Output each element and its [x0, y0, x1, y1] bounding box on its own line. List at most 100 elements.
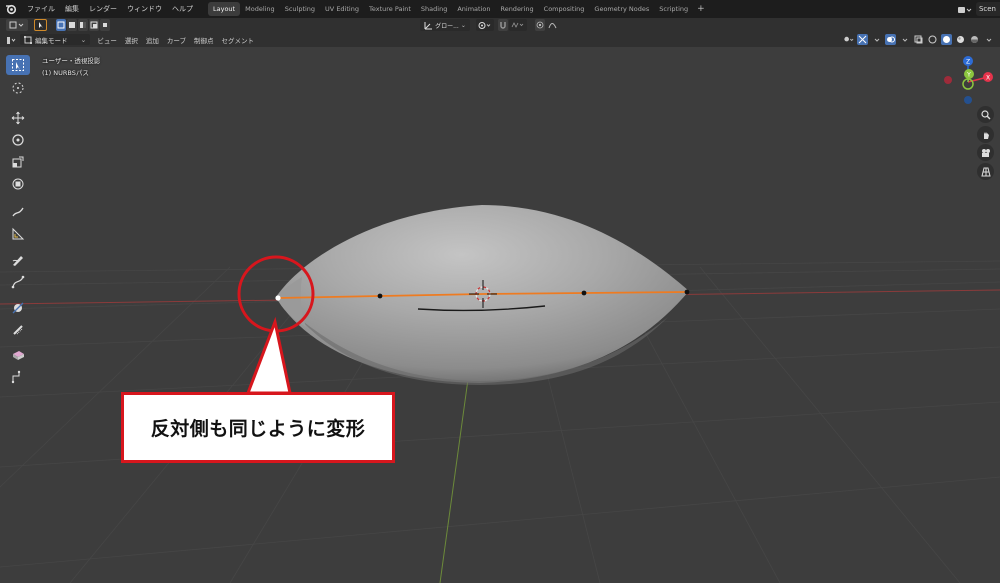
proportional-edit-icon: [536, 21, 544, 29]
rendered-sphere-icon: [971, 36, 978, 43]
extrude-tool[interactable]: [6, 345, 30, 365]
shading-options-dropdown[interactable]: [983, 34, 994, 45]
snap-toggle-button[interactable]: [498, 19, 508, 31]
magnet-icon: [500, 22, 506, 29]
show-overlays-toggle[interactable]: [885, 34, 896, 45]
tab-compositing[interactable]: Compositing: [539, 2, 590, 16]
viewport-header: 編集モード ⌄ ビュー 選択 追加 カーブ 制御点 セグメント: [0, 32, 1000, 47]
transform-orientation-select[interactable]: グロー... ⌄: [420, 19, 470, 31]
menu-curve[interactable]: カーブ: [163, 35, 190, 45]
gizmo-neg-z-axis[interactable]: [964, 96, 972, 104]
select-mode-new-button[interactable]: [56, 19, 66, 31]
shading-rendered-button[interactable]: [969, 34, 980, 45]
annotation-text: 反対側も同じように変形: [150, 418, 366, 440]
menu-add[interactable]: 追加: [142, 35, 163, 45]
blender-logo-icon[interactable]: [4, 2, 18, 16]
control-point[interactable]: [377, 293, 383, 299]
menu-edit[interactable]: 編集: [60, 0, 84, 18]
perspective-toggle-button[interactable]: [977, 163, 994, 180]
scale-tool[interactable]: [6, 152, 30, 172]
gizmo-options-dropdown[interactable]: [871, 34, 882, 45]
tab-rendering[interactable]: Rendering: [495, 2, 538, 16]
visibility-select[interactable]: [843, 34, 854, 45]
pivot-point-icon: [478, 21, 491, 29]
material-sphere-icon: [957, 36, 964, 43]
tab-animation[interactable]: Animation: [452, 2, 495, 16]
menu-file[interactable]: ファイル: [22, 0, 60, 18]
menu-window[interactable]: ウィンドウ: [122, 0, 167, 18]
viewport-display-controls: [843, 34, 994, 45]
tab-scripting[interactable]: Scripting: [654, 2, 693, 16]
overlays-dropdown[interactable]: [899, 34, 910, 45]
select-mode-subtract-button[interactable]: [78, 19, 88, 31]
control-point-selected[interactable]: [275, 295, 281, 301]
extrude-icon: [13, 351, 24, 360]
menu-control-points[interactable]: 制御点: [190, 35, 218, 45]
tab-modeling[interactable]: Modeling: [240, 2, 280, 16]
proportional-edit-button[interactable]: [535, 19, 545, 31]
annotation-callout: 反対側も同じように変形: [121, 392, 395, 463]
xray-toggle[interactable]: [913, 34, 924, 45]
pen-tool[interactable]: [6, 272, 30, 292]
cursor-tool[interactable]: [6, 78, 30, 98]
move-tool[interactable]: [6, 108, 30, 128]
tab-uv-editing[interactable]: UV Editing: [320, 2, 364, 16]
selectability-icon: [844, 36, 854, 41]
annotate-icon: [12, 207, 24, 217]
select-mode-intersect-button[interactable]: [100, 19, 110, 31]
transform-tool[interactable]: [6, 174, 30, 194]
draw-icon: [12, 256, 23, 266]
menu-view[interactable]: ビュー: [93, 35, 121, 45]
object-name: (1) NURBSパス: [42, 69, 89, 77]
navigation-gizmo[interactable]: Z Y X: [938, 53, 998, 109]
add-workspace-button[interactable]: +: [693, 4, 709, 14]
transform-orientation-label: グロー...: [435, 22, 459, 30]
snap-target-select[interactable]: [509, 19, 527, 31]
gizmo-neg-x-axis[interactable]: [944, 76, 952, 84]
tab-shading[interactable]: Shading: [416, 2, 452, 16]
select-tool-button[interactable]: [34, 19, 47, 31]
radius-tool[interactable]: [6, 320, 30, 340]
menu-render[interactable]: レンダー: [84, 0, 122, 18]
transform-icon: [12, 178, 24, 190]
pivot-point-select[interactable]: [476, 19, 494, 31]
zoom-button[interactable]: [977, 106, 994, 123]
pan-button[interactable]: [977, 126, 994, 143]
select-box-tool[interactable]: [6, 55, 30, 75]
draw-tool[interactable]: [6, 250, 30, 270]
edit-mode-icon: [24, 35, 32, 44]
tilt-tool[interactable]: [6, 298, 30, 318]
shading-wireframe-button[interactable]: [927, 34, 938, 45]
3d-viewport[interactable]: ユーザー・透視投影 (1) NURBSパス Z Y X 反対側も同じように変形: [0, 47, 1000, 583]
tab-layout[interactable]: Layout: [208, 2, 241, 16]
tab-sculpting[interactable]: Sculpting: [280, 2, 320, 16]
camera-view-button[interactable]: [977, 144, 994, 161]
shading-solid-button[interactable]: [941, 34, 952, 45]
grid-perspective-icon: [980, 167, 991, 176]
menu-select[interactable]: 選択: [121, 35, 142, 45]
randomize-tool[interactable]: [6, 367, 30, 387]
tab-texture-paint[interactable]: Texture Paint: [364, 2, 416, 16]
mode-select[interactable]: 編集モード ⌄: [20, 34, 91, 45]
scene-selector[interactable]: Scen: [957, 2, 1000, 16]
control-point[interactable]: [581, 290, 587, 296]
menu-help[interactable]: ヘルプ: [167, 0, 198, 18]
proportional-falloff-button[interactable]: [546, 19, 558, 31]
snap-increment-icon: [511, 22, 524, 28]
annotate-tool[interactable]: [6, 202, 30, 222]
gizmo-icon: [858, 35, 867, 44]
select-mode-invert-button[interactable]: [89, 19, 99, 31]
chevron-down-icon: [986, 38, 991, 42]
zoom-icon: [980, 109, 990, 119]
menu-segments[interactable]: セグメント: [218, 35, 259, 45]
rotate-tool[interactable]: [6, 130, 30, 150]
measure-tool[interactable]: [6, 224, 30, 244]
shading-material-button[interactable]: [955, 34, 966, 45]
gizmo-x-label: X: [986, 75, 990, 82]
control-point[interactable]: [684, 289, 690, 295]
scene-name[interactable]: Scen: [975, 2, 1000, 16]
select-mode-extend-button[interactable]: [67, 19, 77, 31]
tab-geometry-nodes[interactable]: Geometry Nodes: [589, 2, 654, 16]
show-gizmo-toggle[interactable]: [857, 34, 868, 45]
camera-icon: [981, 148, 990, 157]
